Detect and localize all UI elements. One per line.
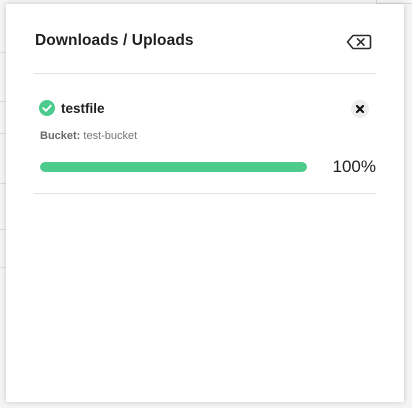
file-name: testfile — [61, 101, 105, 116]
remove-item-button[interactable] — [351, 100, 369, 118]
backspace-clear-icon — [346, 34, 372, 50]
downloads-uploads-panel: Downloads / Uploads testfile Bucket: tes… — [6, 4, 404, 402]
progress-bar-fill — [40, 162, 307, 172]
bucket-value: test-bucket — [83, 130, 138, 142]
progress-percentage: 100% — [332, 157, 376, 176]
check-circle-icon — [39, 100, 55, 116]
bucket-label: Bucket: — [40, 130, 81, 142]
panel-header: Downloads / Uploads — [34, 28, 376, 74]
close-icon — [355, 104, 365, 114]
panel-title: Downloads / Uploads — [35, 32, 194, 49]
bucket-info: Bucket: test-bucket — [40, 130, 137, 142]
progress-bar — [40, 162, 307, 172]
transfer-item: testfile Bucket: test-bucket 100% — [34, 90, 376, 194]
clear-all-button[interactable] — [346, 34, 372, 50]
